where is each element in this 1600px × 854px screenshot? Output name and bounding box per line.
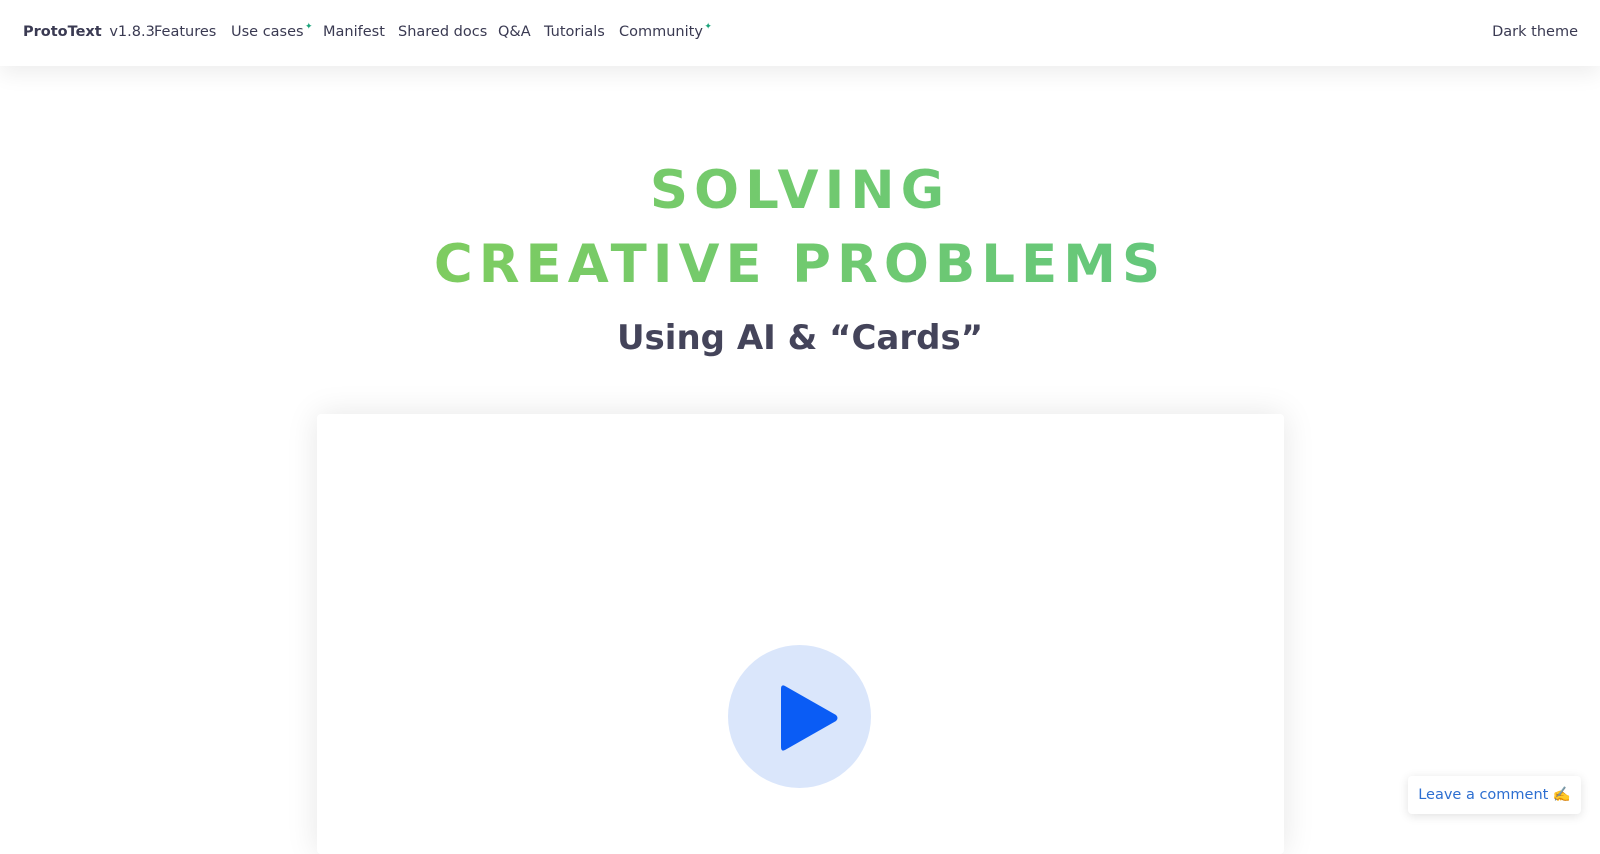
nav-item-label: Shared docs: [398, 24, 488, 40]
video-player[interactable]: [317, 414, 1284, 854]
nav-item-manifest[interactable]: Manifest: [323, 24, 385, 40]
brand-name[interactable]: ProtoText: [23, 24, 102, 40]
nav-item-label: Manifest: [323, 24, 385, 40]
nav-item-label: Use cases: [231, 24, 304, 40]
leave-comment-button[interactable]: Leave a comment ✍️: [1408, 776, 1581, 814]
nav-item-shared-docs[interactable]: Shared docs: [398, 24, 487, 40]
hero-subtitle: Using AI & “Cards”: [616, 318, 984, 358]
nav-item-tutorials[interactable]: Tutorials: [544, 24, 605, 40]
nav-item-features[interactable]: Features: [154, 24, 216, 40]
play-button[interactable]: [728, 645, 871, 788]
nav-item-label: Tutorials: [544, 24, 605, 40]
nav-item-qa[interactable]: Q&A: [498, 24, 531, 40]
new-badge-icon: ✦: [305, 22, 313, 32]
nav-item-label: Features: [154, 24, 217, 40]
nav-item-use-cases[interactable]: Use cases ✦: [231, 22, 313, 40]
play-icon: [781, 685, 838, 751]
hero-title-line-2: CREATIVE PROBLEMS: [0, 238, 1600, 291]
nav-item-community[interactable]: Community ✦: [619, 22, 712, 40]
new-badge-icon: ✦: [704, 22, 712, 32]
brand-logo[interactable]: ProtoText v1.8.3: [23, 24, 155, 40]
top-navbar: ProtoText v1.8.3 Features Use cases ✦ Ma…: [0, 0, 1600, 66]
dark-theme-toggle[interactable]: Dark theme: [1492, 24, 1578, 40]
hero-title-line-1: SOLVING: [0, 164, 1600, 217]
nav-item-label: Q&A: [498, 24, 531, 40]
brand-version: v1.8.3: [109, 24, 155, 40]
nav-item-label: Community: [619, 24, 703, 40]
